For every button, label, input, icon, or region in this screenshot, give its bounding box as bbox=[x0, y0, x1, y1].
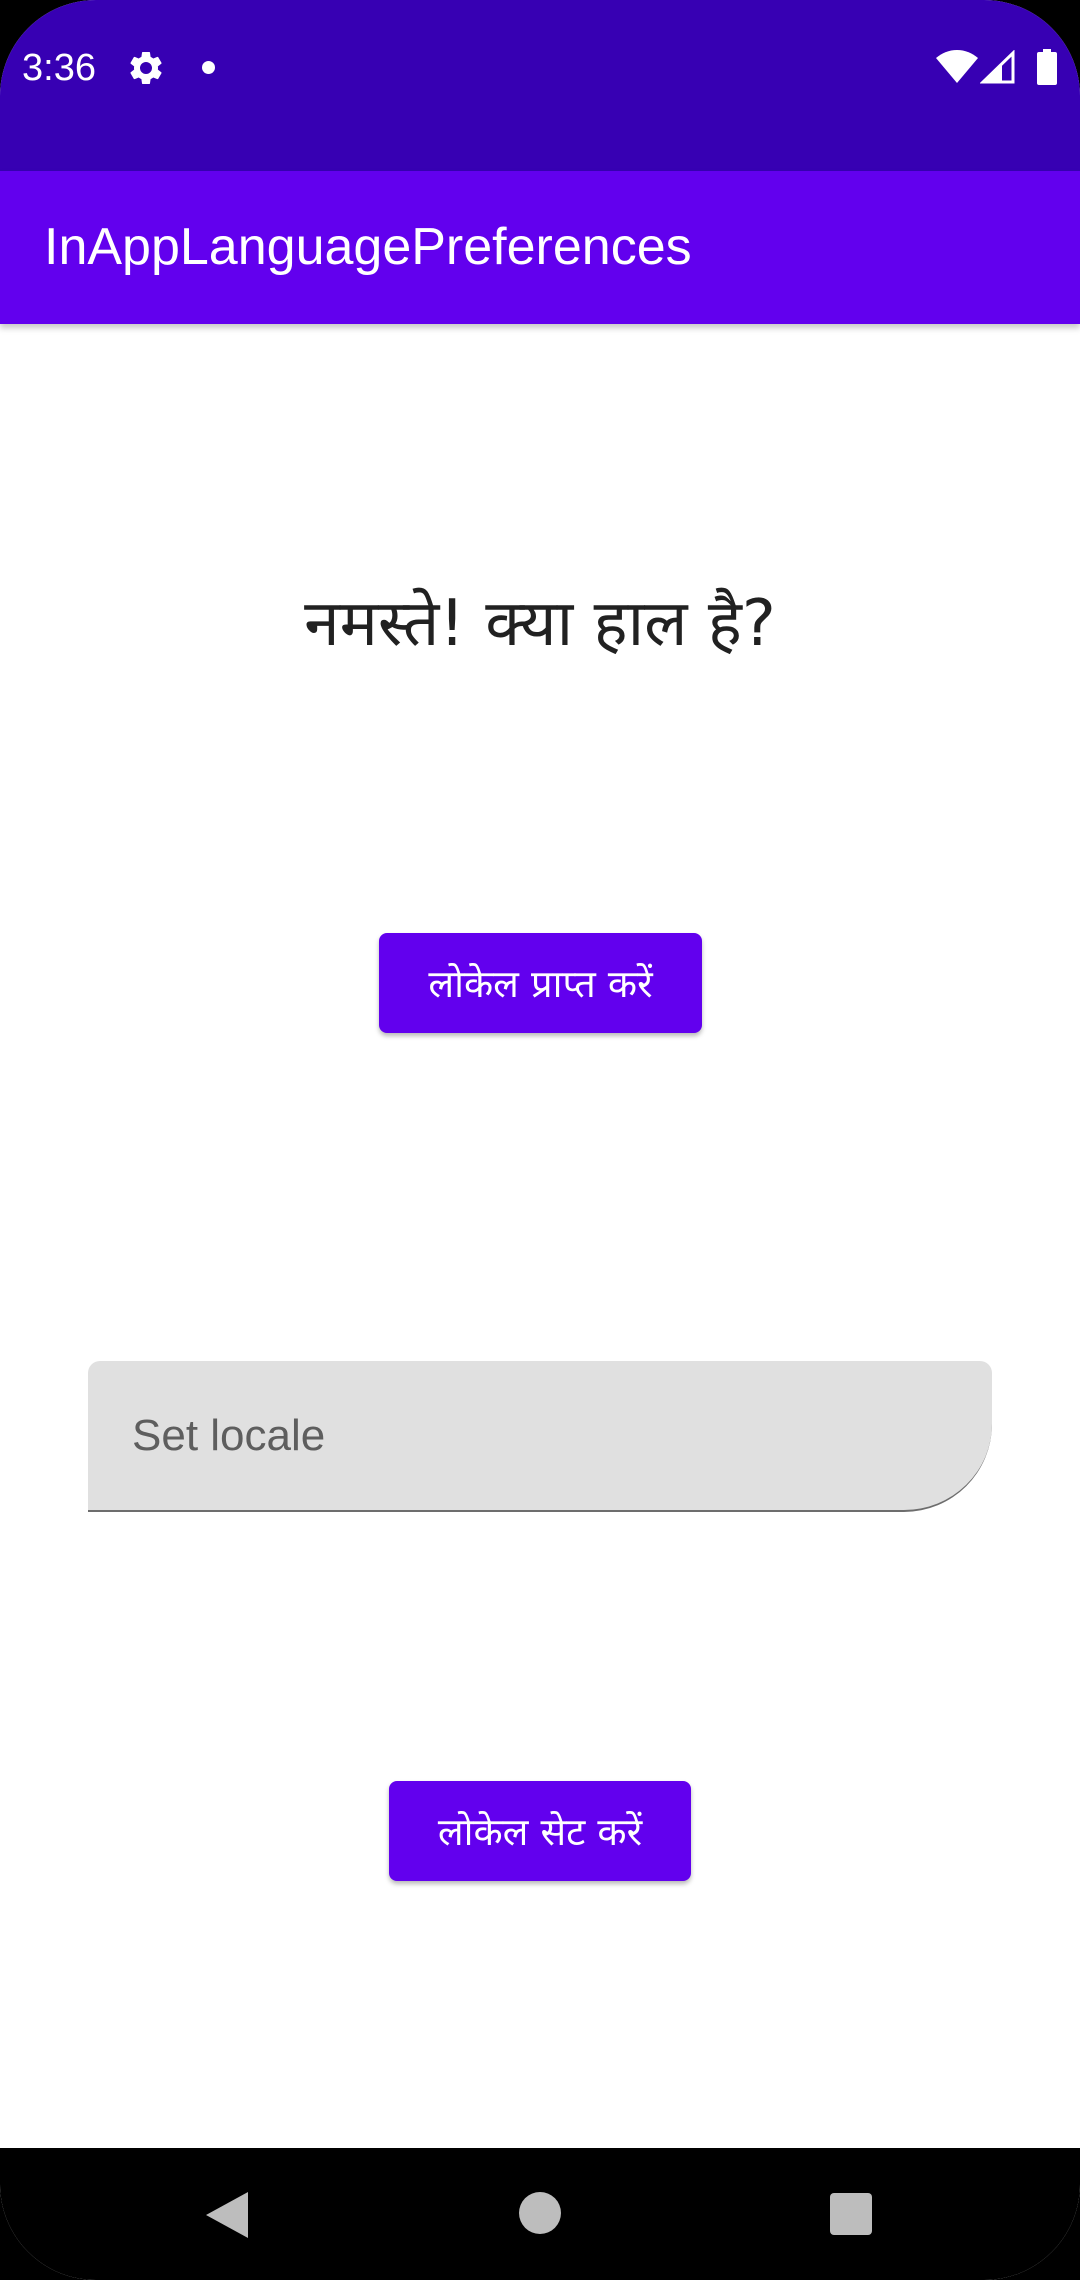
status-time: 3:36 bbox=[22, 47, 96, 89]
wifi-icon bbox=[936, 50, 978, 83]
locale-text-field[interactable] bbox=[88, 1361, 992, 1512]
navigation-bar bbox=[0, 2148, 1080, 2280]
battery-icon bbox=[1037, 49, 1057, 85]
cell-signal-icon bbox=[980, 50, 1015, 84]
status-bar: 3:36 bbox=[0, 0, 1080, 171]
get-locale-button[interactable]: लोकेल प्राप्त करें bbox=[379, 933, 702, 1033]
greeting-text: नमस्ते! क्या हाल है? bbox=[304, 587, 776, 661]
notification-dot-icon bbox=[202, 61, 215, 74]
app-bar: InAppLanguagePreferences bbox=[0, 171, 1080, 324]
app-title: InAppLanguagePreferences bbox=[44, 218, 692, 276]
locale-input[interactable] bbox=[132, 1361, 932, 1510]
home-icon[interactable] bbox=[519, 2192, 561, 2234]
set-locale-button[interactable]: लोकेल सेट करें bbox=[389, 1781, 691, 1881]
gear-icon bbox=[130, 51, 162, 84]
back-icon[interactable] bbox=[204, 2190, 250, 2240]
recents-icon[interactable] bbox=[830, 2193, 872, 2235]
phone-screen: 3:36 InAppLanguagePreferences नमस्ते! क्… bbox=[0, 0, 1080, 2280]
